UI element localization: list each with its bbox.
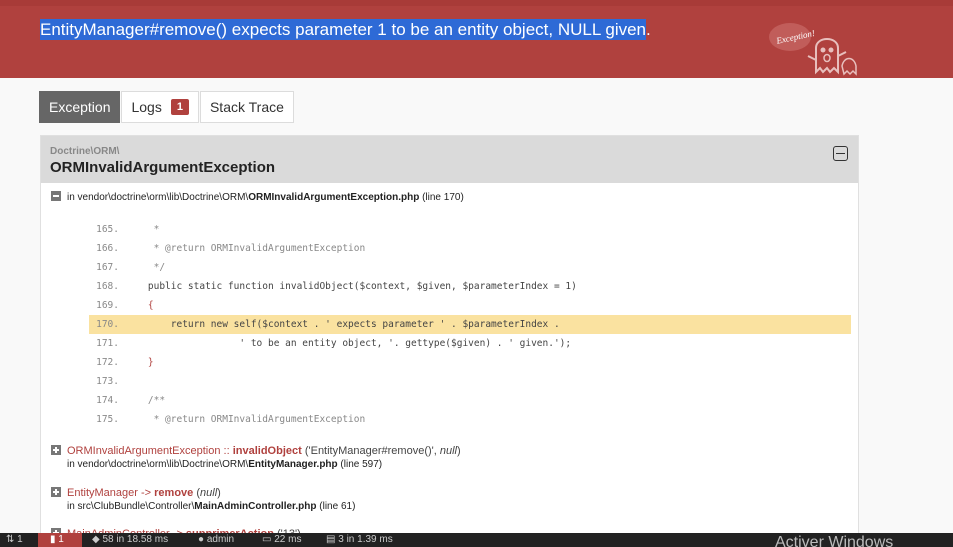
code-line: 175. * @return ORMInvalidArgumentExcepti… <box>89 410 851 429</box>
frame-method: invalidObject <box>232 445 302 457</box>
frame-location: in src\ClubBundle\Controller\MainAdminCo… <box>51 501 355 512</box>
frame-args-null: null <box>200 487 218 499</box>
exception-panel-header: Doctrine\ORM\ ORMInvalidArgumentExceptio… <box>41 136 858 183</box>
code-text: { <box>125 300 154 311</box>
exception-location-path: in vendor\doctrine\orm\lib\Doctrine\ORM\ <box>67 192 249 203</box>
exception-tabs: Exception Logs 1 Stack Trace <box>39 91 295 123</box>
frame-location-line: (line 597) <box>337 459 383 470</box>
code-text: /** <box>125 395 166 406</box>
exception-class: ORMInvalidArgumentException <box>50 159 276 176</box>
frame-location-file: MainAdminController.php <box>194 501 317 512</box>
stack-frame: ORMInvalidArgumentException :: invalidOb… <box>51 445 461 470</box>
code-line: 169. { <box>89 296 851 315</box>
toolbar-user-value: admin <box>206 534 235 545</box>
logs-count-badge: 1 <box>170 99 189 115</box>
line-number: 175. <box>96 414 119 425</box>
tab-exception[interactable]: Exception <box>39 91 121 123</box>
frame-location-path: in vendor\doctrine\orm\lib\Doctrine\ORM\ <box>67 459 249 470</box>
code-line: 167. */ <box>89 258 851 277</box>
exception-header: EntityManager#remove() expects parameter… <box>0 0 953 78</box>
frame-class: ORMInvalidArgumentException <box>67 445 221 457</box>
exception-location-line: (line 170) <box>422 192 464 203</box>
exception-location: in vendor\doctrine\orm\lib\Doctrine\ORM\… <box>51 191 464 203</box>
code-text: * <box>125 224 160 235</box>
frame-method: remove <box>154 487 194 499</box>
toolbar-error-value: 1 <box>58 534 64 545</box>
toolbar-db[interactable]: ▤ 3 in 1.39 ms <box>326 534 393 545</box>
frame-args: ( <box>193 487 201 499</box>
tab-stack-trace-label: Stack Trace <box>209 99 284 115</box>
code-text: * @return ORMInvalidArgumentException <box>125 414 366 425</box>
code-excerpt: 165. * 166. * @return ORMInvalidArgument… <box>89 220 851 429</box>
line-number: 167. <box>96 262 119 273</box>
line-number: 169. <box>96 300 119 311</box>
exception-ghost-icon: Exception! <box>769 23 857 76</box>
code-text: * @return ORMInvalidArgumentException <box>125 243 366 254</box>
line-number: 165. <box>96 224 119 235</box>
frame-location-path: in src\ClubBundle\Controller\ <box>67 501 195 512</box>
frame-args-null: null <box>439 445 457 457</box>
frame-args-end: ) <box>217 487 221 499</box>
code-line: 165. * <box>89 220 851 239</box>
frame-operator: :: <box>220 445 233 457</box>
code-line: 166. * @return ORMInvalidArgumentExcepti… <box>89 239 851 258</box>
line-number: 174. <box>96 395 119 406</box>
frame-location: in vendor\doctrine\orm\lib\Doctrine\ORM\… <box>51 459 461 470</box>
code-text: } <box>125 357 154 368</box>
line-number: 170. <box>96 319 119 330</box>
user-icon: ● <box>198 534 207 545</box>
toolbar-status-value: 1 <box>17 534 23 545</box>
exception-message[interactable]: EntityManager#remove() expects parameter… <box>40 18 651 42</box>
stack-frame: EntityManager -> remove (null) in src\Cl… <box>51 487 355 512</box>
frame-location-file: EntityManager.php <box>248 459 338 470</box>
database-icon: ▤ <box>326 534 339 545</box>
line-number: 168. <box>96 281 119 292</box>
toolbar-user[interactable]: ● admin <box>198 534 234 545</box>
frame-args: ('EntityManager#remove()', <box>301 445 440 457</box>
code-line-highlighted: 170. return new self($context . ' expect… <box>89 315 851 334</box>
toolbar-status[interactable]: ⇅ 1 <box>6 534 23 545</box>
toolbar-status-icon: ⇅ <box>6 534 18 545</box>
tab-logs[interactable]: Logs 1 <box>121 91 199 123</box>
toolbar-queries-value: 58 in 18.58 ms <box>102 534 169 545</box>
code-text: ' to be an entity object, '. gettype($gi… <box>125 338 572 349</box>
exception-message-text[interactable]: EntityManager#remove() expects parameter… <box>40 19 647 40</box>
collapse-icon[interactable] <box>833 146 848 161</box>
toolbar-db-value: 3 in 1.39 ms <box>338 534 393 545</box>
exception-namespace: Doctrine\ORM\ <box>50 146 120 157</box>
timer-icon: ▭ <box>262 534 275 545</box>
expand-frame-icon[interactable] <box>51 445 61 455</box>
toolbar-queries[interactable]: ◆ 58 in 18.58 ms <box>92 534 168 545</box>
toolbar-error-count[interactable]: ▮ 1 <box>50 534 64 545</box>
tab-logs-label: Logs <box>131 99 162 115</box>
code-text: public static function invalidObject($co… <box>125 281 577 292</box>
code-line: 174. /** <box>89 391 851 410</box>
line-number: 172. <box>96 357 119 368</box>
activation-watermark: Activer Windows <box>775 534 894 547</box>
frame-class: EntityManager <box>67 487 138 499</box>
exception-message-suffix: . <box>646 20 651 39</box>
toolbar-layers-icon: ◆ <box>92 534 103 545</box>
line-number: 173. <box>96 376 119 387</box>
code-text: */ <box>125 262 166 273</box>
code-line: 172. } <box>89 353 851 372</box>
exception-panel: Doctrine\ORM\ ORMInvalidArgumentExceptio… <box>40 135 859 547</box>
toolbar-time[interactable]: ▭ 22 ms <box>262 534 301 545</box>
line-number: 166. <box>96 243 119 254</box>
toolbar-time-value: 22 ms <box>274 534 302 545</box>
code-line: 173. <box>89 372 851 391</box>
frame-location-line: (line 61) <box>316 501 356 512</box>
tab-exception-label: Exception <box>49 99 111 115</box>
expand-frame-icon[interactable] <box>51 487 61 497</box>
exception-location-file: ORMInvalidArgumentException.php <box>248 192 420 203</box>
code-line: 168. public static function invalidObjec… <box>89 277 851 296</box>
code-line: 171. ' to be an entity object, '. gettyp… <box>89 334 851 353</box>
line-number: 171. <box>96 338 119 349</box>
frame-operator: -> <box>137 487 155 499</box>
tab-stack-trace[interactable]: Stack Trace <box>199 91 294 123</box>
frame-args-end: ) <box>457 445 461 457</box>
code-text: return new self($context . ' expects par… <box>125 319 560 330</box>
collapse-trace-icon[interactable] <box>51 191 61 201</box>
